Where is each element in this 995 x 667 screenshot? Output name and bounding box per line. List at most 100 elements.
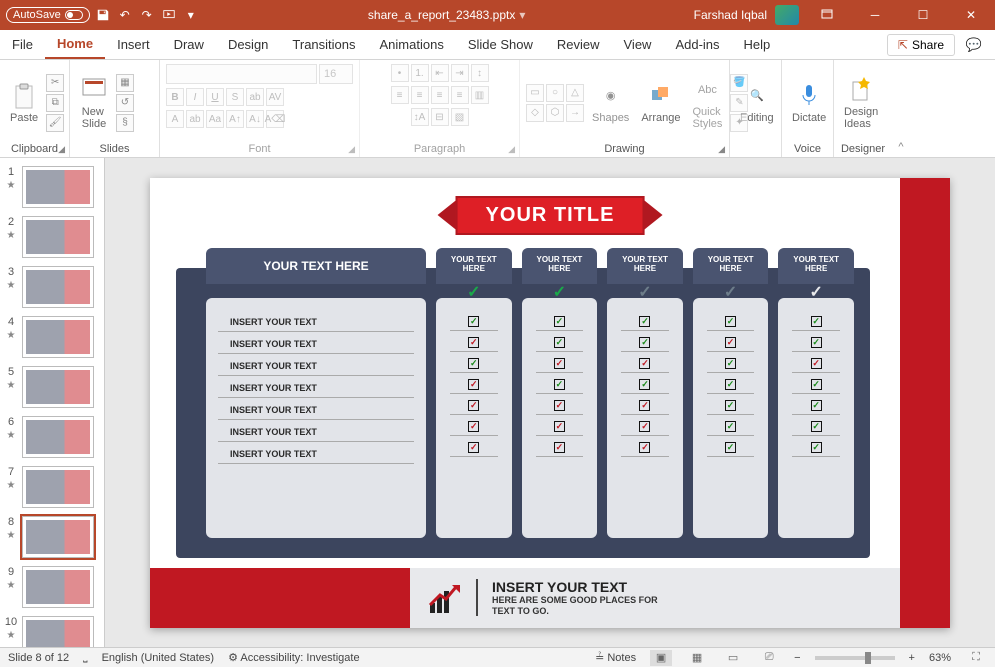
header-col[interactable]: YOUR TEXT HERE✓ [522,248,598,284]
indent-decrease-icon[interactable]: ⇤ [431,64,449,82]
thumbnail-slide[interactable]: 3★ [0,264,104,314]
shapes-button[interactable]: ◉Shapes [588,80,633,126]
data-column[interactable]: ✓✓✓✓✓✓✓ [778,298,854,538]
quick-styles-button[interactable]: AbcQuick Styles [688,74,726,132]
reading-view-icon[interactable]: ▭ [722,650,744,666]
align-center-icon[interactable]: ≡ [411,86,429,104]
zoom-out-button[interactable]: − [794,652,800,664]
shape-icon[interactable]: ▭ [526,84,544,102]
shape-icon[interactable]: → [566,104,584,122]
language-status[interactable]: English (United States) [102,652,215,664]
row-labels-column[interactable]: INSERT YOUR TEXTINSERT YOUR TEXTINSERT Y… [206,298,426,538]
shape-icon[interactable]: ◇ [526,104,544,122]
tab-view[interactable]: View [612,30,664,59]
data-column[interactable]: ✓✓✓✓✓✓✓ [436,298,512,538]
dictate-button[interactable]: Dictate [788,80,830,126]
dialog-launcher-icon[interactable]: ◢ [58,144,65,155]
data-column[interactable]: ✓✓✓✓✓✓✓ [607,298,683,538]
line-spacing-icon[interactable]: ↕ [471,64,489,82]
numbering-icon[interactable]: 1. [411,64,429,82]
accessibility-status[interactable]: ⚙ Accessibility: Investigate [228,651,360,664]
thumbnail-slide[interactable]: 7★ [0,464,104,514]
start-slideshow-icon[interactable] [160,6,178,24]
dialog-launcher-icon[interactable]: ◢ [718,144,725,155]
zoom-in-button[interactable]: + [909,652,915,664]
tab-home[interactable]: Home [45,30,105,59]
thumbnail-slide[interactable]: 10★ [0,614,104,647]
reset-icon[interactable]: ↺ [116,94,134,112]
italic-button[interactable]: I [186,88,204,106]
copy-icon[interactable]: ⧉ [46,94,64,112]
justify-icon[interactable]: ≡ [451,86,469,104]
tab-insert[interactable]: Insert [105,30,162,59]
layout-icon[interactable]: ▦ [116,74,134,92]
dialog-launcher-icon[interactable]: ◢ [508,144,515,155]
new-slide-button[interactable]: New Slide [76,74,112,132]
data-column[interactable]: ✓✓✓✓✓✓✓ [693,298,769,538]
tab-help[interactable]: Help [732,30,783,59]
paste-button[interactable]: Paste [6,80,42,126]
text-direction-icon[interactable]: ↕A [411,108,429,126]
strikethrough-button[interactable]: S [226,88,244,106]
spell-check-icon[interactable]: ⎵ [83,651,87,664]
align-text-icon[interactable]: ⊟ [431,108,449,126]
tab-review[interactable]: Review [545,30,612,59]
tab-transitions[interactable]: Transitions [280,30,367,59]
normal-view-icon[interactable]: ▣ [650,650,672,666]
font-size-combo[interactable]: 16 [319,64,353,84]
zoom-slider[interactable] [815,656,895,660]
spacing-button[interactable]: AV [266,88,284,106]
underline-button[interactable]: U [206,88,224,106]
close-button[interactable]: ✕ [951,0,991,30]
header-main[interactable]: YOUR TEXT HERE [206,248,426,284]
comments-button[interactable]: 💬 [961,33,987,57]
shape-outline-icon[interactable]: ✎ [730,94,748,112]
shape-fill-icon[interactable]: 🪣 [730,74,748,92]
thumbnail-slide[interactable]: 1★ [0,164,104,214]
bullets-icon[interactable]: • [391,64,409,82]
align-right-icon[interactable]: ≡ [431,86,449,104]
tab-file[interactable]: File [0,30,45,59]
clear-format-icon[interactable]: A⌫ [266,110,284,128]
redo-icon[interactable]: ↷ [138,6,156,24]
thumbnail-slide[interactable]: 9★ [0,564,104,614]
shape-icon[interactable]: ⬡ [546,104,564,122]
smartart-icon[interactable]: ▧ [451,108,469,126]
notes-button[interactable]: ≟ Notes [595,651,636,664]
maximize-button[interactable]: ☐ [903,0,943,30]
undo-icon[interactable]: ↶ [116,6,134,24]
slide-counter[interactable]: Slide 8 of 12 [8,652,69,664]
tab-design[interactable]: Design [216,30,280,59]
grow-font-icon[interactable]: A↑ [226,110,244,128]
minimize-button[interactable]: ─ [855,0,895,30]
tab-addins[interactable]: Add-ins [663,30,731,59]
shape-icon[interactable]: △ [566,84,584,102]
format-painter-icon[interactable]: 🖌 [46,114,64,132]
save-icon[interactable] [94,6,112,24]
align-left-icon[interactable]: ≡ [391,86,409,104]
title-banner[interactable]: YOUR TITLE [438,196,663,235]
thumbnail-slide[interactable]: 4★ [0,314,104,364]
tab-draw[interactable]: Draw [162,30,216,59]
slide[interactable]: YOUR TITLE YOUR TEXT HERE YOUR TEXT HERE… [150,178,950,628]
thumbnail-slide[interactable]: 6★ [0,414,104,464]
fit-to-window-icon[interactable]: ⛶ [965,650,987,666]
header-col[interactable]: YOUR TEXT HERE✓ [607,248,683,284]
shape-effects-icon[interactable]: ✦ [730,114,748,132]
thumbnail-slide[interactable]: 8★ [0,514,104,564]
slide-thumbnails[interactable]: 1★2★3★4★5★6★7★8★9★10★ [0,158,105,647]
section-icon[interactable]: § [116,114,134,132]
tab-slideshow[interactable]: Slide Show [456,30,545,59]
tab-animations[interactable]: Animations [368,30,456,59]
header-col[interactable]: YOUR TEXT HERE✓ [436,248,512,284]
sorter-view-icon[interactable]: ▦ [686,650,708,666]
share-button[interactable]: ⇱Share [887,34,955,56]
indent-increase-icon[interactable]: ⇥ [451,64,469,82]
header-col[interactable]: YOUR TEXT HERE✓ [778,248,854,284]
change-case-icon[interactable]: Aa [206,110,224,128]
ribbon-options-icon[interactable] [807,0,847,30]
highlight-icon[interactable]: ab [186,110,204,128]
autosave-toggle[interactable]: AutoSave [6,7,90,23]
user-avatar[interactable] [775,5,799,25]
thumbnail-slide[interactable]: 5★ [0,364,104,414]
